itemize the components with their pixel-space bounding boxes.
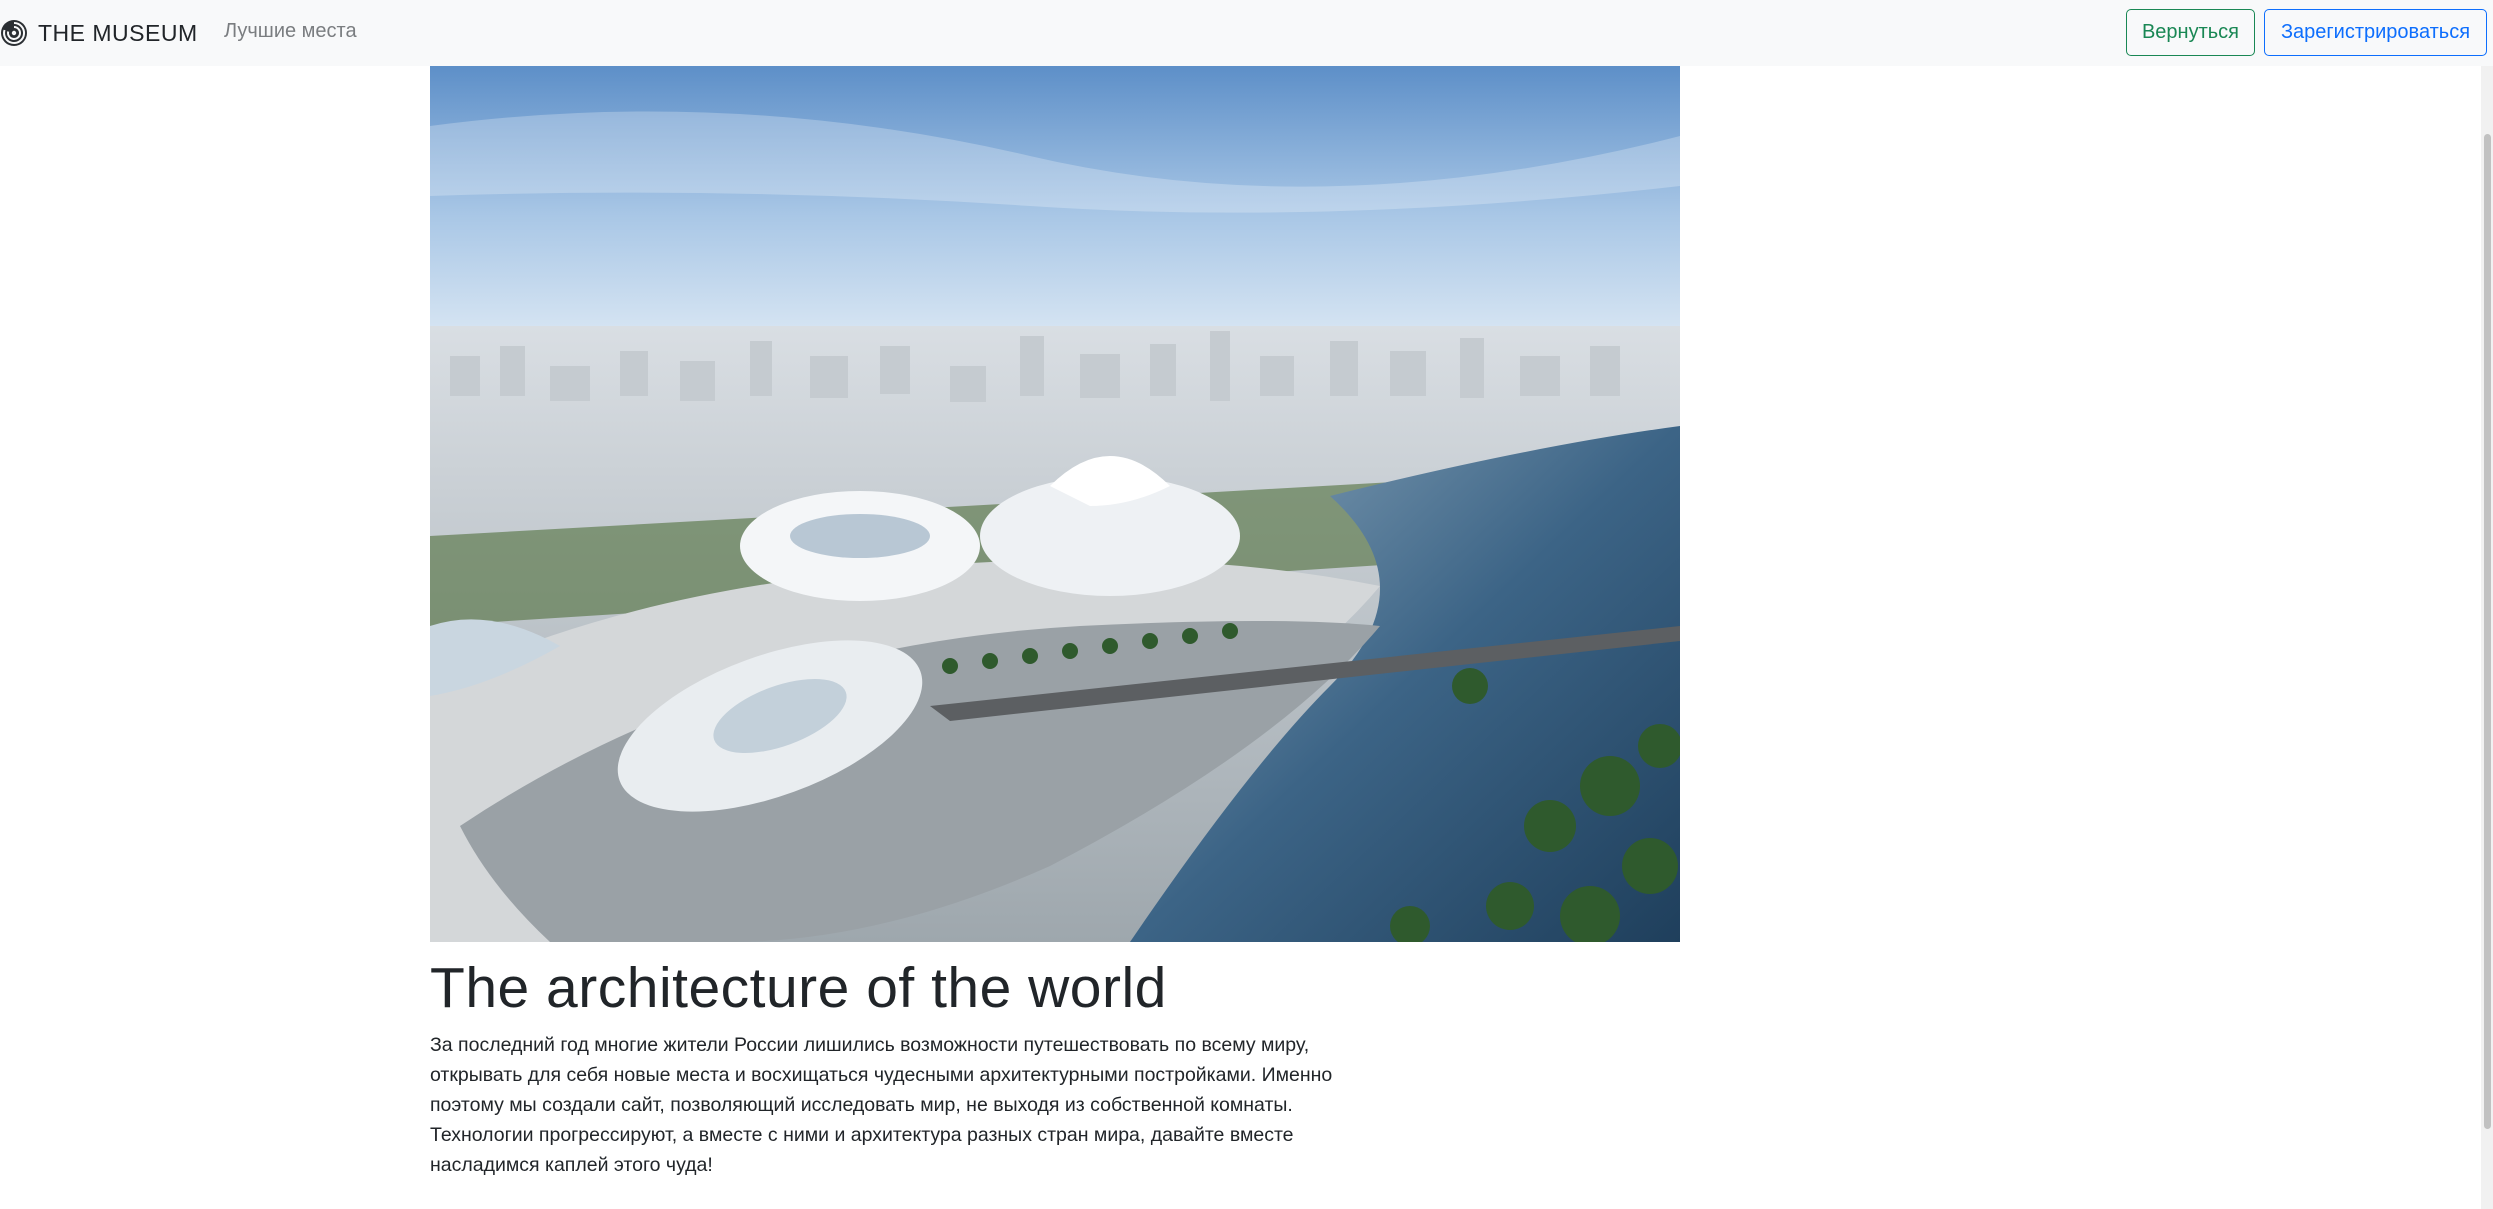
- brand-name: THE MUSEUM: [38, 19, 198, 46]
- article-description: За последний год многие жители России ли…: [430, 1034, 1333, 1176]
- museum-logo-icon: [1, 20, 27, 46]
- page-title: The architecture of the world: [430, 956, 1167, 1020]
- register-button[interactable]: Зарегистрироваться: [2264, 9, 2487, 56]
- brand-link[interactable]: THE MUSEUM: [0, 0, 198, 66]
- nav-link-best-places[interactable]: Лучшие места: [224, 0, 357, 66]
- page-scrollbar[interactable]: [2481, 66, 2493, 1209]
- top-navbar: THE MUSEUM Лучшие места Вернуться Зареги…: [0, 0, 2493, 66]
- back-button[interactable]: Вернуться: [2126, 9, 2255, 56]
- hero-image: [430, 66, 1680, 942]
- architecture-aerial-image: [430, 66, 1680, 942]
- scrollbar-thumb[interactable]: [2484, 134, 2491, 1129]
